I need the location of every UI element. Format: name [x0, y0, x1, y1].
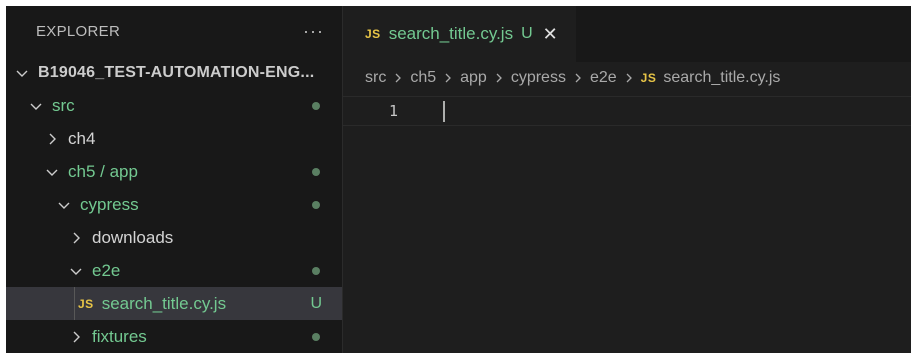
chevron-right-icon: [494, 72, 504, 84]
project-root[interactable]: B19046_TEST-AUTOMATION-ENG...: [6, 56, 342, 89]
tree-item-ch5-app[interactable]: ch5 / app: [6, 155, 342, 188]
modified-status-dot: [312, 167, 320, 176]
breadcrumb-e2e[interactable]: e2e: [590, 69, 617, 87]
chevron-right-icon: [624, 72, 634, 84]
js-file-icon: JS: [365, 27, 381, 41]
tree-item-ch4[interactable]: ch4: [6, 122, 342, 155]
chevron-right-icon: [68, 329, 84, 345]
tree-item-label: src: [52, 95, 75, 115]
tree-item-label: cypress: [80, 194, 139, 214]
tree-item-fixtures[interactable]: fixtures: [6, 320, 342, 353]
tab-status-badge: U: [521, 25, 533, 42]
tree-item-label: search_title.cy.js: [101, 293, 227, 313]
chevron-right-icon: [44, 131, 60, 147]
tree-item-label: e2e: [92, 260, 121, 280]
tree-item-label: downloads: [92, 227, 174, 247]
tree-item-src[interactable]: src: [6, 89, 342, 122]
breadcrumb-src[interactable]: src: [365, 69, 386, 87]
untracked-status-badge: U: [310, 294, 322, 312]
tab-title: search_title.cy.js: [388, 24, 514, 43]
breadcrumb-ch5[interactable]: ch5: [410, 69, 436, 87]
chevron-right-icon: [68, 230, 84, 246]
tab-search-title[interactable]: JS search_title.cy.js U ✕: [343, 6, 576, 62]
code-line[interactable]: 1: [343, 96, 911, 126]
editor-area: JS search_title.cy.js U ✕ src ch5 app cy…: [343, 6, 911, 353]
chevron-down-icon: [14, 65, 30, 81]
project-root-label: B19046_TEST-AUTOMATION-ENG...: [38, 63, 315, 81]
breadcrumb-cypress[interactable]: cypress: [511, 69, 566, 87]
modified-status-dot: [312, 101, 320, 110]
text-cursor: [443, 101, 445, 122]
vscode-window: EXPLORER ··· B19046_TEST-AUTOMATION-ENG.…: [6, 6, 911, 353]
indent-guide: [74, 287, 75, 320]
breadcrumb-app[interactable]: app: [460, 69, 487, 87]
js-file-icon: JS: [640, 71, 657, 85]
chevron-down-icon: [56, 197, 72, 213]
chevron-right-icon: [573, 72, 583, 84]
tree-item-e2e[interactable]: e2e: [6, 254, 342, 287]
chevron-down-icon: [68, 263, 84, 279]
tab-bar: JS search_title.cy.js U ✕: [343, 6, 911, 62]
line-number: 1: [389, 102, 399, 120]
chevron-down-icon: [28, 98, 44, 114]
js-file-icon: JS: [78, 296, 94, 311]
tree-item-label: fixtures: [92, 326, 147, 346]
tree-item-downloads[interactable]: downloads: [6, 221, 342, 254]
modified-status-dot: [312, 200, 320, 209]
breadcrumb: src ch5 app cypress e2e JS search_title.…: [343, 62, 911, 94]
close-icon[interactable]: ✕: [543, 25, 558, 43]
explorer-header: EXPLORER ···: [6, 6, 342, 56]
tree-item-cypress[interactable]: cypress: [6, 188, 342, 221]
tree-item-label: ch4: [68, 128, 96, 148]
more-icon[interactable]: ···: [303, 22, 324, 40]
explorer-sidebar: EXPLORER ··· B19046_TEST-AUTOMATION-ENG.…: [6, 6, 343, 353]
chevron-down-icon: [44, 164, 60, 180]
modified-status-dot: [312, 266, 320, 275]
tree-item-label: ch5 / app: [68, 161, 138, 181]
chevron-right-icon: [443, 72, 453, 84]
breadcrumb-file[interactable]: search_title.cy.js: [663, 69, 780, 87]
chevron-right-icon: [393, 72, 403, 84]
modified-status-dot: [312, 332, 320, 341]
tree-item-search-title-file[interactable]: JS search_title.cy.js U: [6, 287, 342, 320]
explorer-title: EXPLORER: [36, 22, 121, 40]
